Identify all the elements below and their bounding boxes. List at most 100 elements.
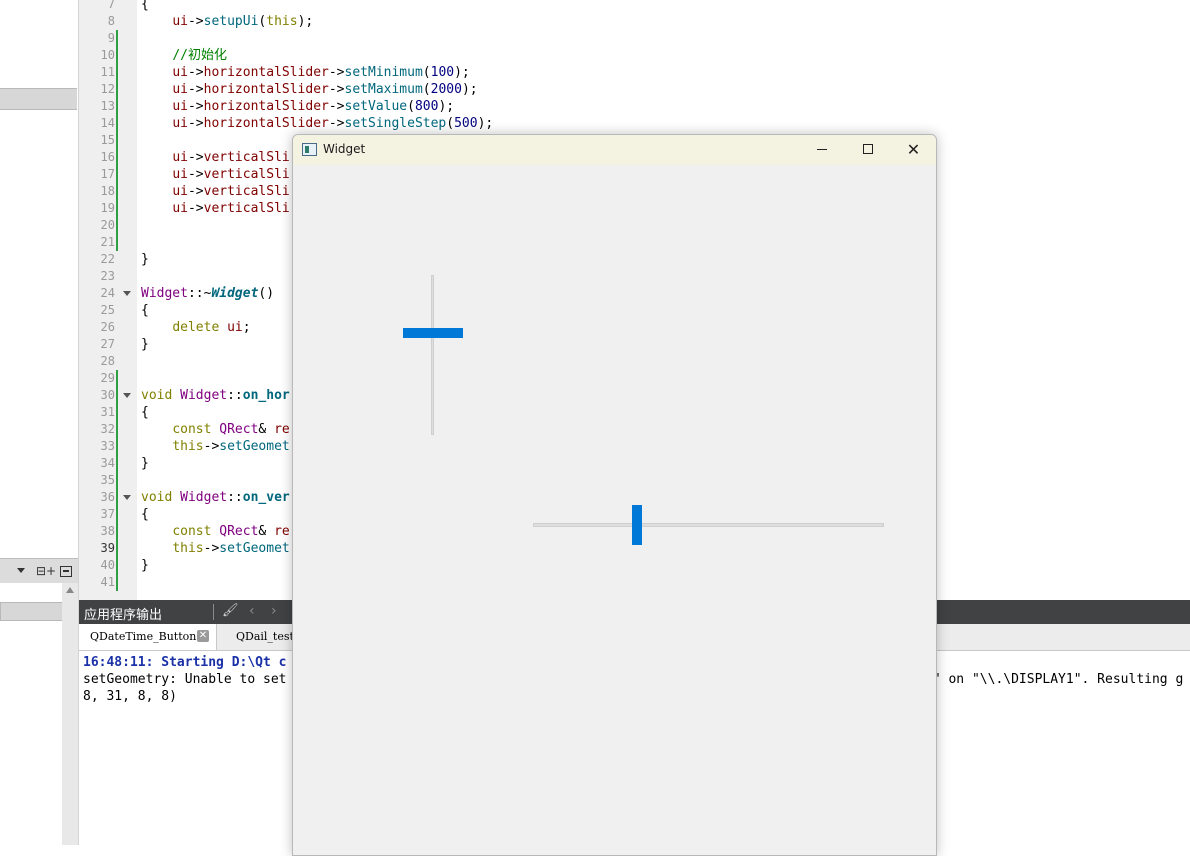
sidebar-scrollbar[interactable] (62, 583, 78, 845)
collapse-icon[interactable] (60, 566, 72, 577)
line-number: 29 (100, 371, 115, 385)
output-start-line: 16:48:11: Starting D:\Qt c (83, 655, 287, 670)
code-line: ui->setupUi(this); (172, 14, 314, 29)
line-number: 31 (100, 405, 115, 419)
line-number: 18 (100, 184, 115, 198)
line-number: 39 (100, 541, 115, 555)
line-number: 21 (100, 235, 115, 249)
tab-label: QDail_test (236, 630, 294, 643)
line-number: 38 (100, 524, 115, 538)
line-number: 35 (100, 473, 115, 487)
window-title: Widget (323, 142, 366, 156)
code-line: { (141, 405, 149, 420)
sidebar-lower-selected-row[interactable] (0, 602, 63, 621)
line-number: 7 (107, 0, 115, 11)
code-line: this->setGeomet (172, 541, 290, 556)
code-line: const QRect& re (172, 422, 290, 437)
line-number: 34 (100, 456, 115, 470)
code-line: { (141, 507, 149, 522)
output-title: 应用程序输出 (84, 608, 163, 623)
line-number: 20 (100, 218, 115, 232)
line-number: 11 (100, 65, 115, 79)
code-line: ui->horizontalSlider->setMinimum(100); (172, 65, 470, 80)
line-number: 40 (100, 558, 115, 572)
slider-groove[interactable] (533, 523, 884, 527)
fold-arrow-icon[interactable] (123, 393, 131, 398)
code-line: Widget::~Widget() (141, 286, 275, 301)
close-button[interactable]: ✕ (891, 135, 936, 165)
line-number: 32 (100, 422, 115, 436)
line-number-gutter: 7 8 9 10 11 12 13 14 15 16 17 18 19 20 21 22 23 24 25 26 27 2… (79, 0, 137, 600)
line-number: 25 (100, 303, 115, 317)
line-number: 8 (107, 14, 115, 28)
slider-handle[interactable] (632, 505, 642, 545)
line-number: 27 (100, 337, 115, 351)
code-line: const QRect& re (172, 524, 290, 539)
widget-window: Widget ✕ (292, 134, 937, 856)
sidebar-selected-row[interactable] (0, 88, 77, 110)
change-marker (116, 30, 118, 251)
line-number: 36 (100, 490, 115, 504)
code-line: ui->verticalSli (172, 167, 290, 182)
line-number: 24 (100, 286, 115, 300)
line-number: 14 (100, 116, 115, 130)
code-line: //初始化 (172, 48, 227, 63)
chevron-up-icon[interactable] (66, 587, 74, 593)
clear-output-icon[interactable]: 🖌 (222, 603, 239, 618)
output-warning-line: setGeometry: Unable to set (83, 672, 287, 687)
code-line: } (141, 558, 149, 573)
next-icon[interactable]: › (271, 603, 277, 619)
code-line: ui->verticalSli (172, 201, 290, 216)
line-number: 9 (107, 31, 115, 45)
slider-handle[interactable] (403, 328, 463, 338)
horizontal-slider[interactable] (533, 503, 885, 547)
line-number: 33 (100, 439, 115, 453)
sidebar-toolbar: ⊟+ (0, 558, 78, 584)
code-line: } (141, 456, 149, 471)
line-number: 10 (100, 48, 115, 62)
line-number: 41 (100, 575, 115, 589)
line-number: 37 (100, 507, 115, 521)
code-line: this->setGeomet (172, 439, 290, 454)
code-line: ui->horizontalSlider->setSingleStep(500)… (172, 116, 494, 131)
line-number: 28 (100, 354, 115, 368)
line-number: 26 (100, 320, 115, 334)
code-line: void Widget::on_hor (141, 388, 290, 403)
vertical-slider[interactable] (393, 275, 473, 437)
line-number: 16 (100, 150, 115, 164)
code-line: { (141, 303, 149, 318)
line-number: 23 (100, 269, 115, 283)
previous-icon[interactable]: ‹ (249, 603, 255, 619)
line-number: 13 (100, 99, 115, 113)
tab-label: QDateTime_Button1 (90, 630, 204, 643)
code-line: delete ui; (172, 320, 251, 335)
code-line: } (141, 252, 149, 267)
fold-arrow-icon[interactable] (123, 291, 131, 296)
code-line: ui->horizontalSlider->setValue(800); (172, 99, 455, 114)
slider-groove[interactable] (431, 275, 434, 435)
output-coords-line: 8, 31, 8, 8) (83, 689, 177, 704)
fold-arrow-icon[interactable] (123, 495, 131, 500)
output-text: 16:48:11: Starting D:\Qt c setGeometry: … (83, 654, 287, 705)
code-line: ui->verticalSli (172, 184, 290, 199)
line-number: 30 (100, 388, 115, 402)
close-icon[interactable]: ✕ (197, 630, 209, 642)
minimize-button[interactable] (799, 135, 845, 165)
line-number: 17 (100, 167, 115, 181)
code-line: { (141, 0, 149, 12)
line-number: 12 (100, 82, 115, 96)
tab-qdatetime-button1[interactable]: QDateTime_Button1 ✕ (79, 624, 217, 650)
chevron-down-icon[interactable] (17, 568, 25, 573)
maximize-button[interactable] (845, 135, 891, 165)
code-line: } (141, 337, 149, 352)
window-titlebar[interactable]: Widget ✕ (293, 135, 936, 165)
line-number: 19 (100, 201, 115, 215)
divider (213, 604, 214, 620)
line-number: 15 (100, 133, 115, 147)
code-line: void Widget::on_ver (141, 490, 290, 505)
split-icon[interactable]: ⊟+ (36, 564, 56, 578)
code-line: ui->horizontalSlider->setMaximum(2000); (172, 82, 478, 97)
code-line: ui->verticalSli (172, 150, 290, 165)
change-marker (116, 370, 118, 591)
output-warning-tail: v" on "\\.\DISPLAY1". Resulting g (925, 672, 1184, 687)
